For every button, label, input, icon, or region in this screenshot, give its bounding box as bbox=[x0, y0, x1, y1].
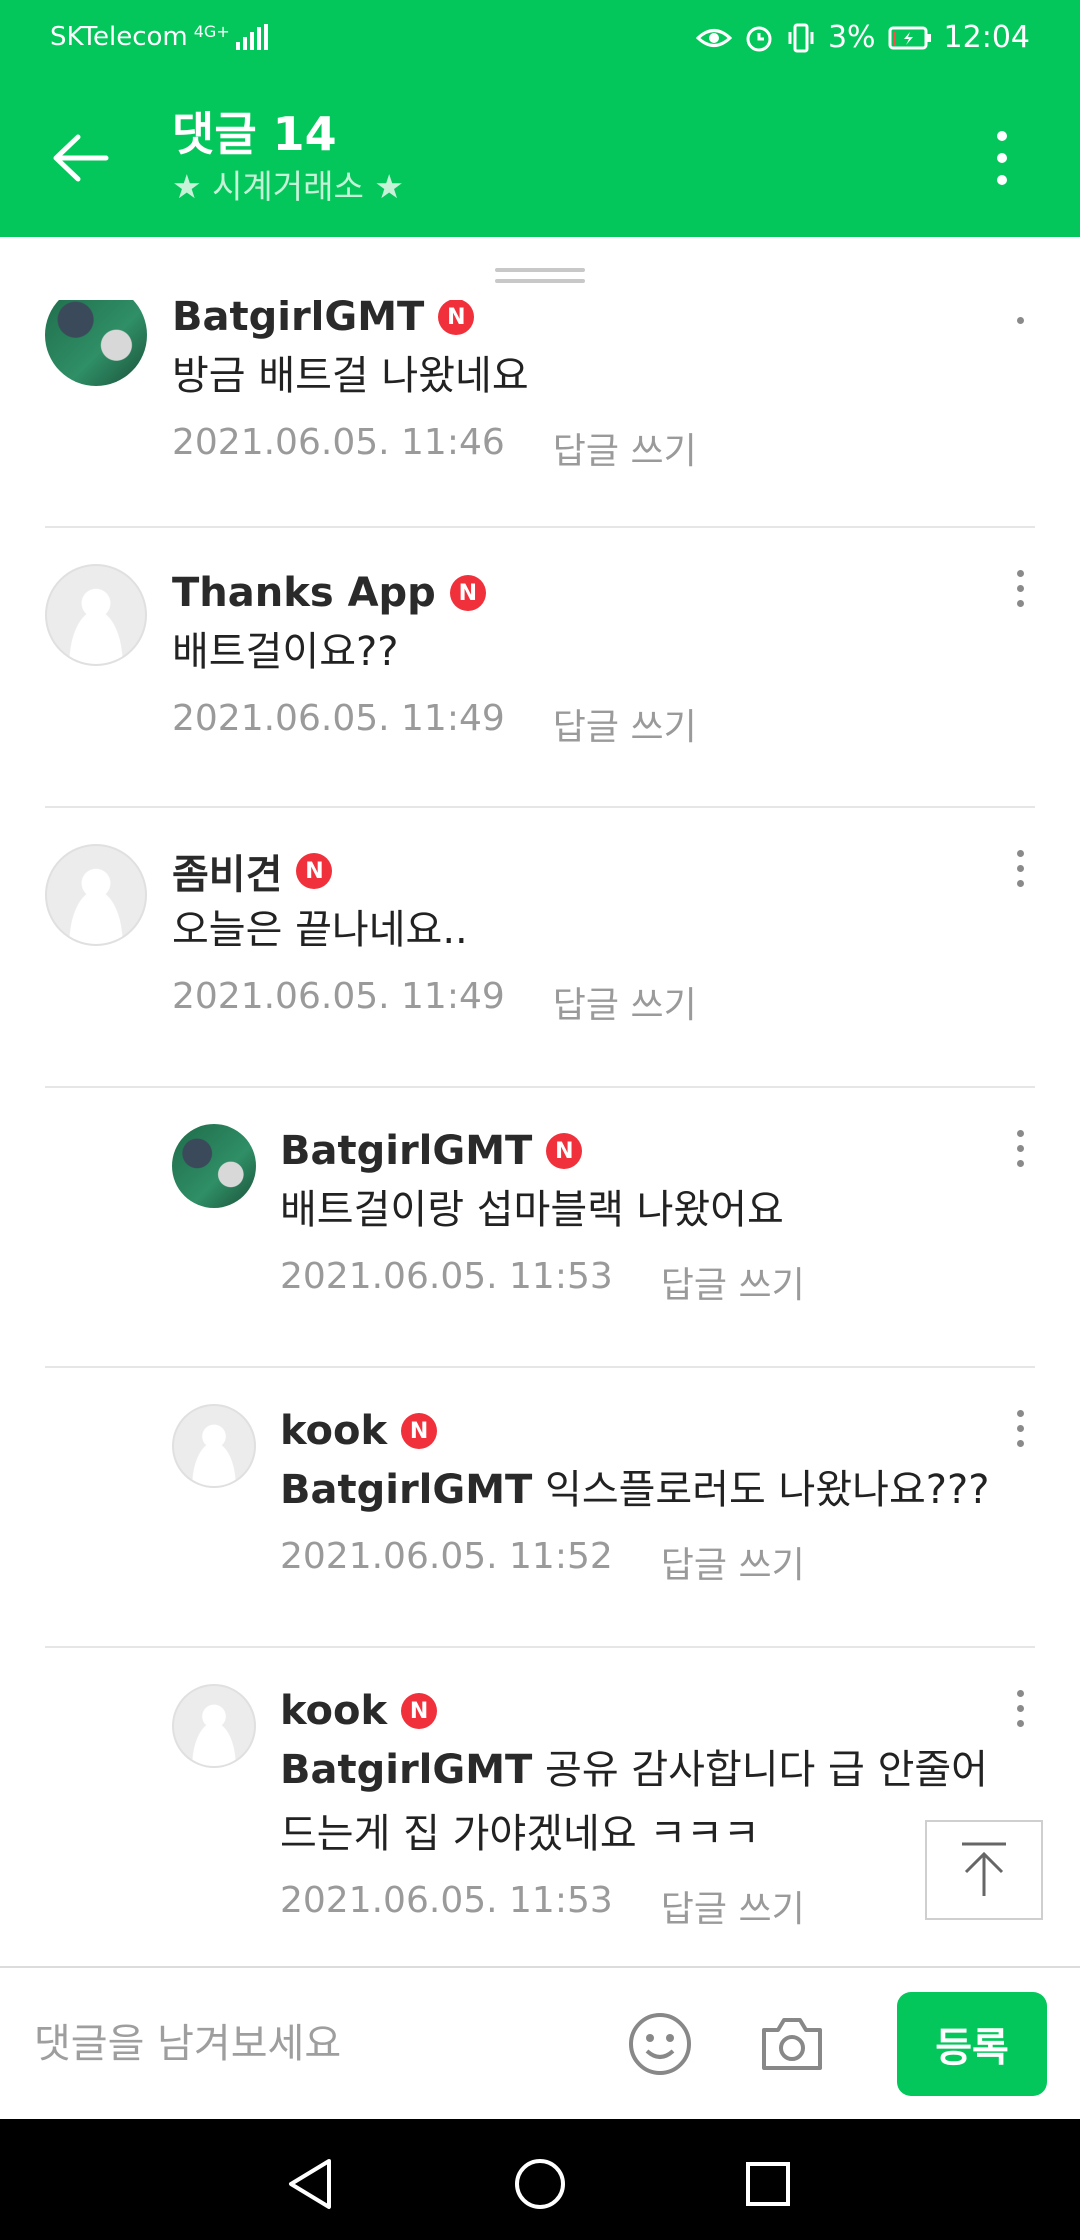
eye-icon bbox=[695, 28, 732, 47]
comment-text: 배트걸이랑 섭마블랙 나왔어요 bbox=[280, 1187, 784, 1233]
mention-tag[interactable]: BatgirlGMT bbox=[280, 1467, 532, 1513]
new-badge: N bbox=[449, 575, 486, 611]
comment-list[interactable]: BatgirlGMT N 방금 배트걸 나왔네요 2021.06.05. 11:4… bbox=[0, 300, 1080, 1965]
comment-author[interactable]: 좀비견 bbox=[172, 842, 282, 900]
reply-button[interactable]: 답글 쓰기 bbox=[553, 422, 697, 474]
reply-item: BatgirlGMT N 배트걸이랑 섭마블랙 나왔어요 2021.06.05. … bbox=[45, 1088, 1035, 1368]
comment-item: 좀비견 N 오늘은 끝나네요.. 2021.06.05. 11:49 답글 쓰기 bbox=[45, 808, 1035, 1088]
more-vertical-icon bbox=[997, 131, 1007, 185]
comment-author[interactable]: kook bbox=[280, 1408, 387, 1454]
mention-tag[interactable]: BatgirlGMT bbox=[280, 1747, 532, 1793]
camera-button[interactable] bbox=[756, 2008, 828, 2080]
comment-item: Thanks App N 배트걸이요?? 2021.06.05. 11:49 답글 … bbox=[45, 528, 1035, 808]
carrier-name: SKTelecom bbox=[50, 22, 188, 52]
emoji-button[interactable] bbox=[624, 2008, 696, 2080]
comment-more-button[interactable] bbox=[1005, 1118, 1035, 1178]
nav-home-button[interactable] bbox=[505, 2149, 575, 2219]
new-badge: N bbox=[296, 853, 333, 889]
comment-input-bar: 등록 bbox=[0, 1966, 1080, 2119]
reply-button[interactable]: 답글 쓰기 bbox=[553, 698, 697, 750]
comment-date: 2021.06.05. 11:53 bbox=[280, 1256, 613, 1297]
new-badge: N bbox=[438, 300, 475, 335]
comment-more-button[interactable] bbox=[1005, 1398, 1035, 1458]
vibrate-icon bbox=[788, 23, 814, 52]
comment-author[interactable]: BatgirlGMT bbox=[280, 1128, 532, 1174]
clock: 12:04 bbox=[943, 20, 1030, 55]
triangle-back-icon bbox=[289, 2159, 331, 2209]
page-title: 댓글 14 bbox=[172, 107, 337, 161]
more-menu-button[interactable] bbox=[964, 120, 1040, 196]
sheet-drag-handle[interactable] bbox=[495, 268, 585, 284]
arrow-left-icon bbox=[53, 134, 109, 182]
back-button[interactable] bbox=[40, 118, 120, 198]
square-recents-icon bbox=[746, 2162, 790, 2206]
avatar[interactable] bbox=[172, 1124, 256, 1208]
comment-more-button[interactable] bbox=[1005, 558, 1035, 618]
comment-more-button[interactable] bbox=[1005, 1678, 1035, 1738]
new-badge: N bbox=[546, 1133, 583, 1169]
avatar[interactable] bbox=[172, 1684, 256, 1768]
system-nav-bar bbox=[0, 2119, 1080, 2240]
comment-item: BatgirlGMT N 방금 배트걸 나왔네요 2021.06.05. 11:4… bbox=[45, 300, 1035, 528]
nav-back-button[interactable] bbox=[275, 2149, 345, 2219]
battery-percent: 3% bbox=[827, 20, 876, 55]
submit-button[interactable]: 등록 bbox=[897, 1992, 1047, 2096]
comment-text: BatgirlGMT 공유 감사합니다 급 안줄어드는게 집 가야겠네요 ㅋㅋㅋ bbox=[280, 1747, 988, 1857]
comment-more-button[interactable] bbox=[1005, 838, 1035, 898]
app-bar: 댓글 14 ★ 시계거래소 ★ bbox=[0, 80, 1080, 237]
avatar[interactable] bbox=[45, 564, 147, 666]
status-icons: 3% 12:04 bbox=[695, 20, 1030, 55]
comment-text: BatgirlGMT 익스플로러도 나왔나요??? bbox=[280, 1467, 990, 1513]
smile-icon bbox=[629, 2013, 691, 2075]
comment-author[interactable]: BatgirlGMT bbox=[172, 300, 424, 340]
comment-text: 오늘은 끝나네요.. bbox=[172, 907, 468, 953]
alarm-icon bbox=[746, 26, 772, 51]
comment-date: 2021.06.05. 11:46 bbox=[172, 422, 505, 463]
new-badge: N bbox=[401, 1693, 438, 1729]
comment-text: 배트걸이요?? bbox=[172, 629, 399, 675]
avatar[interactable] bbox=[172, 1404, 256, 1488]
network-type: 4G+ bbox=[193, 22, 230, 41]
comment-date: 2021.06.05. 11:53 bbox=[280, 1880, 613, 1921]
comment-text: 방금 배트걸 나왔네요 bbox=[172, 353, 529, 399]
avatar[interactable] bbox=[45, 300, 147, 386]
signal-icon bbox=[235, 24, 268, 50]
camera-icon bbox=[762, 2018, 822, 2070]
comment-author[interactable]: Thanks App bbox=[172, 570, 436, 616]
comment-more-button[interactable] bbox=[1005, 300, 1035, 350]
circle-home-icon bbox=[515, 2159, 565, 2209]
title-block: 댓글 14 ★ 시계거래소 ★ bbox=[172, 104, 404, 210]
reply-button[interactable]: 답글 쓰기 bbox=[661, 1256, 805, 1308]
carrier-info: SKTelecom 4G+ bbox=[50, 22, 268, 52]
comment-date: 2021.06.05. 11:52 bbox=[280, 1536, 613, 1577]
nav-recents-button[interactable] bbox=[733, 2149, 803, 2219]
comment-date: 2021.06.05. 11:49 bbox=[172, 976, 505, 1017]
comment-input[interactable] bbox=[34, 2004, 594, 2084]
reply-button[interactable]: 답글 쓰기 bbox=[661, 1880, 805, 1932]
new-badge: N bbox=[401, 1413, 438, 1449]
reply-item: kook N BatgirlGMT 익스플로러도 나왔나요??? 2021.06.… bbox=[45, 1368, 1035, 1648]
comment-author[interactable]: kook bbox=[280, 1688, 387, 1734]
reply-button[interactable]: 답글 쓰기 bbox=[553, 976, 697, 1028]
battery-icon bbox=[888, 26, 931, 49]
reply-button[interactable]: 답글 쓰기 bbox=[661, 1536, 805, 1588]
status-bar: SKTelecom 4G+ 3% 12:04 bbox=[0, 0, 1080, 80]
reply-item: kook N BatgirlGMT 공유 감사합니다 급 안줄어드는게 집 가야겠… bbox=[45, 1648, 1035, 1965]
scroll-top-button[interactable] bbox=[925, 1820, 1043, 1920]
comment-date: 2021.06.05. 11:49 bbox=[172, 698, 505, 739]
avatar[interactable] bbox=[45, 844, 147, 946]
cafe-name: ★ 시계거래소 ★ bbox=[172, 167, 404, 206]
arrow-up-icon bbox=[962, 1842, 1006, 1896]
